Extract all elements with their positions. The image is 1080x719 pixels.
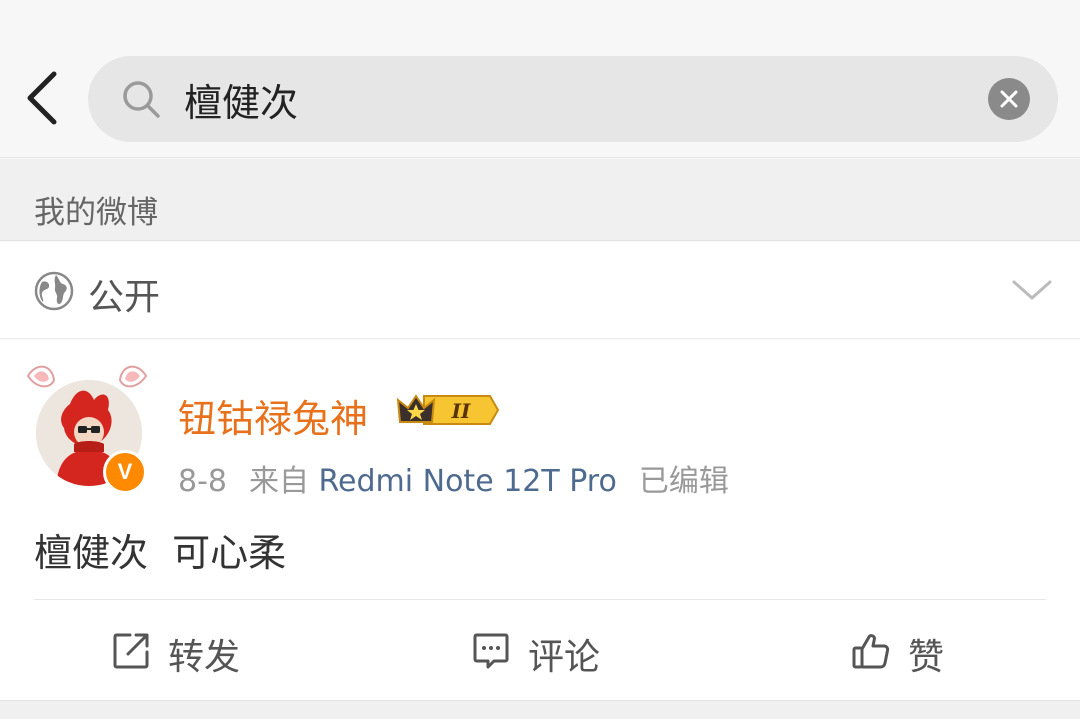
comment-label: 评论: [528, 637, 601, 678]
share-icon: [113, 633, 149, 669]
search-input[interactable]: [184, 74, 964, 124]
close-icon: [1000, 90, 1018, 108]
edited-label: 已编辑: [638, 464, 729, 499]
comment-icon: [473, 633, 509, 669]
like-label: 赞: [908, 637, 945, 678]
verified-badge: V: [103, 450, 147, 494]
post-card: V 钮钴禄兔神 II 8-8 来自 Redmi Note 12T Pro 已编辑 檀…: [0, 340, 1080, 700]
like-button[interactable]: 赞: [850, 626, 960, 678]
section-title: 我的微博: [34, 195, 158, 231]
bottom-divider-strip: [0, 700, 1080, 719]
source-from-label: 来自: [249, 464, 309, 499]
vip-crown-badge: II: [396, 394, 500, 425]
globe-icon: [34, 271, 74, 311]
post-text: 檀健次 可心柔: [34, 531, 287, 575]
visibility-selector[interactable]: 公开: [0, 242, 1080, 339]
thumbs-up-icon: [852, 634, 890, 669]
comment-button[interactable]: 评论: [470, 626, 620, 678]
post-username[interactable]: 钮钴禄兔神: [178, 388, 368, 443]
search-header: [0, 0, 1080, 158]
post-date: 8-8: [178, 464, 227, 499]
clear-search-button[interactable]: [988, 78, 1030, 120]
search-icon: [123, 81, 160, 118]
repost-label: 转发: [168, 637, 241, 678]
back-button[interactable]: [18, 66, 68, 130]
search-bar[interactable]: [88, 56, 1058, 142]
divider: [34, 599, 1046, 600]
repost-button[interactable]: 转发: [110, 626, 260, 678]
chevron-left-icon: [27, 71, 57, 125]
visibility-label: 公开: [88, 277, 161, 318]
section-header: 我的微博: [0, 159, 1080, 241]
bunny-ears-decoration: [26, 365, 148, 388]
source-app-link[interactable]: Redmi Note 12T Pro: [319, 464, 617, 499]
chevron-down-icon: [1012, 280, 1052, 300]
post-meta: 8-8 来自 Redmi Note 12T Pro 已编辑: [178, 456, 729, 500]
vip-level-label: II: [451, 399, 471, 423]
